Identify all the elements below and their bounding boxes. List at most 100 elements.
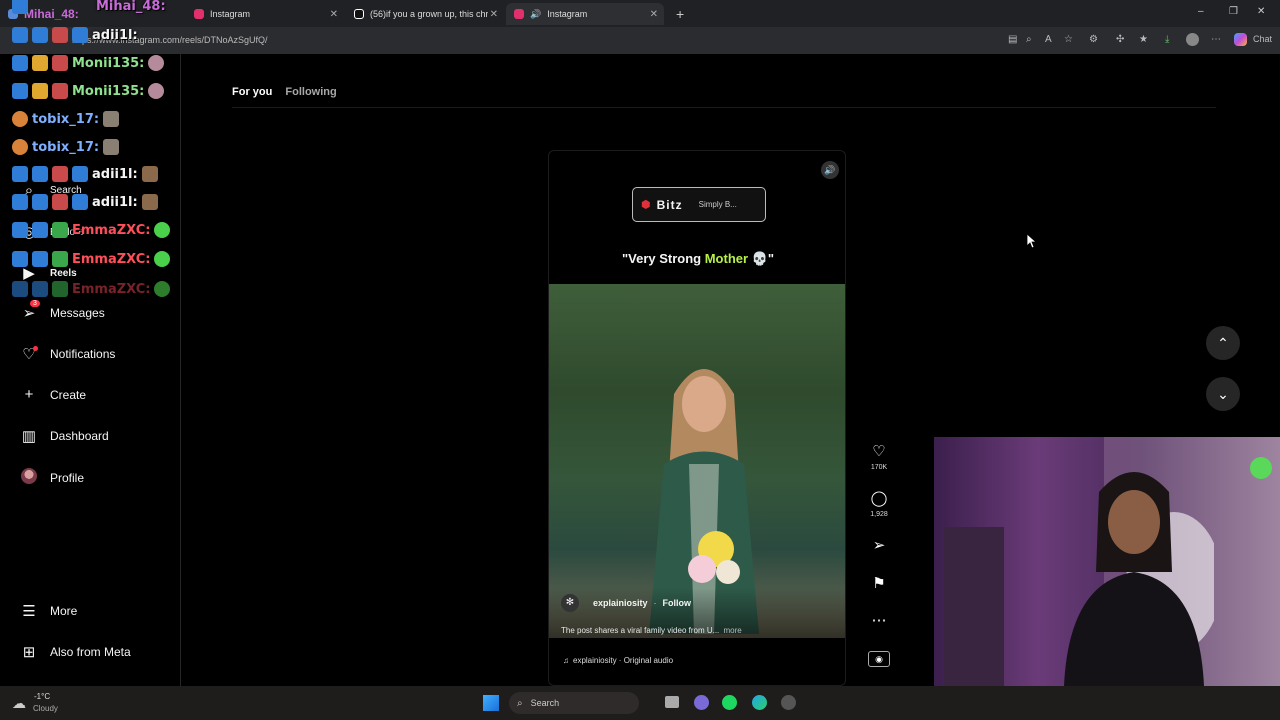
tab-label: (56)if you a grown up, this christm xyxy=(370,9,488,19)
chat-line: tobix_17: xyxy=(12,111,123,127)
weather-temp[interactable]: -1°C xyxy=(34,692,50,701)
tab-following[interactable]: Following xyxy=(285,86,336,98)
sidebar-item-label: Reels xyxy=(50,267,77,279)
more-link[interactable]: more xyxy=(724,626,742,635)
badge-icon xyxy=(12,83,28,99)
shelf xyxy=(944,527,1004,686)
author-name[interactable]: explainiosity xyxy=(593,598,648,608)
fox-badge-icon xyxy=(12,111,28,127)
browser-tab-bar: Mihai_48: Instagram ✕ (56)if you a grown… xyxy=(0,0,1280,27)
tab-instagram-active[interactable]: 🔊 Instagram ✕ xyxy=(506,3,664,25)
tab-tiktok[interactable]: (56)if you a grown up, this christm ✕ xyxy=(346,3,504,25)
badge-icon xyxy=(12,194,28,210)
speaker-icon[interactable]: 🔊 xyxy=(530,9,541,20)
mouse-cursor-icon xyxy=(1027,234,1037,248)
brand-badge: ⬢ Bitz Simply B... xyxy=(632,187,766,222)
brand-logo: Bitz xyxy=(656,197,683,212)
tab-for-you[interactable]: For you xyxy=(232,86,272,98)
sidebar-item-also-from-meta[interactable]: ⊞ Also from Meta xyxy=(20,643,131,661)
obs-icon[interactable] xyxy=(781,695,796,710)
more-options-icon[interactable]: ⋯ xyxy=(868,611,890,629)
close-tab-icon[interactable]: ✕ xyxy=(490,9,498,20)
download-icon[interactable]: ⤓ xyxy=(1165,34,1169,45)
speaker-icon[interactable]: 🔊 xyxy=(821,161,839,179)
fox-badge-icon xyxy=(12,139,28,155)
discord-icon[interactable] xyxy=(694,695,709,710)
badge-icon xyxy=(12,55,28,71)
sidebar-item-create[interactable]: + Create xyxy=(20,386,86,403)
sidebar-item-profile[interactable]: Profile xyxy=(20,468,84,488)
cloud-icon: ☁ xyxy=(12,695,26,711)
badge-icon xyxy=(52,194,68,210)
sidebar-item-messages[interactable]: ➢ 3 Messages xyxy=(20,300,105,322)
chat-button[interactable]: Chat xyxy=(1253,34,1272,44)
profile-avatar-icon[interactable] xyxy=(1186,33,1199,46)
gift-badge-icon xyxy=(52,222,68,238)
badge-icon xyxy=(32,251,48,267)
badge-icon xyxy=(12,166,28,182)
taskbar-search[interactable]: ⌕ Search xyxy=(509,692,639,714)
emote-icon xyxy=(103,111,120,127)
sidebar-item-notifications[interactable]: ♡ Notifications xyxy=(20,345,115,363)
sidebar-item-dashboard[interactable]: ▥ Dashboard xyxy=(20,427,109,445)
author-avatar[interactable]: ✻ xyxy=(561,594,579,612)
extensions-puzzle-icon[interactable]: ✣ xyxy=(1116,34,1124,45)
badge-icon xyxy=(12,0,28,14)
favorite-star-icon[interactable]: ☆ xyxy=(1064,34,1073,45)
chat-username: Monii135: xyxy=(72,55,145,71)
grid-icon: ⊞ xyxy=(22,644,36,661)
maximize-button[interactable]: ❐ xyxy=(1229,6,1238,17)
dashboard-icon: ▥ xyxy=(21,428,37,445)
reel-video[interactable]: 🔊 ⬢ Bitz Simply B... "Very Strong Mother… xyxy=(548,150,846,686)
audio-thumbnail-icon[interactable]: ◉ xyxy=(868,651,890,667)
close-window-button[interactable]: ✕ xyxy=(1257,6,1265,17)
badge-icon xyxy=(32,194,48,210)
windows-start-icon[interactable] xyxy=(483,695,499,711)
zoom-icon[interactable]: ⌕ xyxy=(1026,34,1032,45)
notification-dot xyxy=(33,346,38,351)
chat-username: adii1l: xyxy=(92,166,138,182)
chat-username: tobix_17: xyxy=(32,111,100,127)
chat-line: Monii135: xyxy=(12,83,168,99)
reader-icon[interactable]: ▤ xyxy=(1008,34,1017,45)
follow-button[interactable]: Follow xyxy=(663,598,692,608)
badge-icon xyxy=(52,83,68,99)
emote-icon xyxy=(148,83,165,99)
extension-icon[interactable]: ⚙ xyxy=(1089,34,1098,45)
tab-instagram-1[interactable]: Instagram ✕ xyxy=(186,3,344,25)
crown-icon xyxy=(32,55,48,71)
tiktok-icon xyxy=(354,9,364,19)
like-heart-icon[interactable]: ♡ xyxy=(868,442,890,460)
sidebar-item-more[interactable]: ☰ More xyxy=(20,602,77,620)
new-tab-button[interactable]: + xyxy=(668,3,692,25)
tab-label: Instagram xyxy=(547,9,588,19)
brand-logo-icon: ⬢ xyxy=(641,199,651,211)
share-icon[interactable]: ➢ xyxy=(868,536,890,554)
copilot-icon[interactable] xyxy=(1234,33,1247,46)
menu-dots-icon[interactable]: ⋯ xyxy=(1211,34,1221,45)
instagram-icon xyxy=(514,9,524,19)
plus-icon: + xyxy=(24,386,34,403)
chat-line: EmmaZXC: xyxy=(12,222,174,238)
bookmark-icon[interactable]: ⚑ xyxy=(868,574,890,592)
crown-icon xyxy=(32,83,48,99)
chat-username: adii1l: xyxy=(92,27,138,43)
chat-line: EmmaZXC: xyxy=(12,281,174,297)
messenger-icon: ➢ 3 xyxy=(20,300,40,322)
comment-icon[interactable]: ◯ xyxy=(868,489,890,507)
chat-username: tobix_17: xyxy=(32,139,100,155)
close-tab-icon[interactable]: ✕ xyxy=(330,9,338,20)
file-explorer-icon[interactable] xyxy=(665,696,679,708)
edge-icon[interactable] xyxy=(752,695,767,710)
favorites-icon[interactable]: ★ xyxy=(1139,34,1148,45)
minimize-button[interactable]: – xyxy=(1198,6,1204,17)
previous-reel-button[interactable]: ⌃ xyxy=(1206,326,1240,360)
next-reel-button[interactable]: ⌄ xyxy=(1206,377,1240,411)
audio-row[interactable]: ♫ explainiosity · Original audio xyxy=(563,656,673,665)
close-tab-icon[interactable]: ✕ xyxy=(650,9,658,20)
sidebar-item-label: Also from Meta xyxy=(50,645,131,659)
emote-icon xyxy=(141,194,158,210)
comment-count: 1,928 xyxy=(870,511,888,518)
translate-icon[interactable]: A xyxy=(1045,34,1052,45)
spotify-icon[interactable] xyxy=(722,695,737,710)
